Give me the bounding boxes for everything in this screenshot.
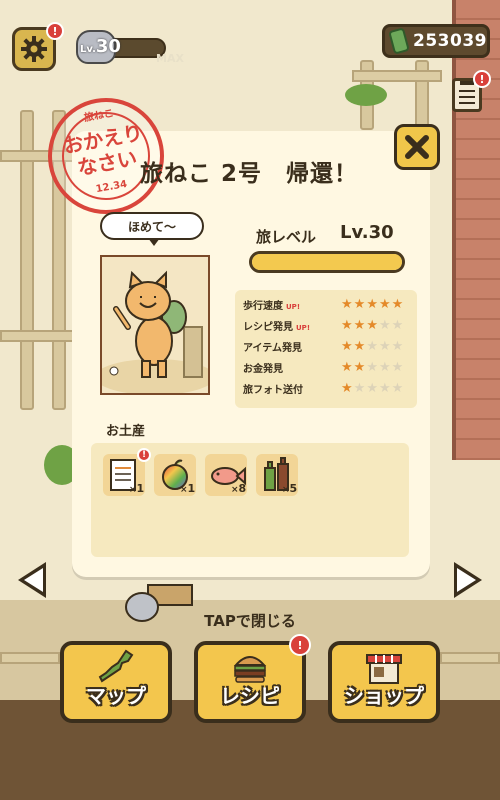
star-empty-icon: ★ — [391, 380, 404, 396]
stat-row-walk-speed: 歩行速度 UP! ★ ★ ★ ★ ★ — [243, 295, 419, 313]
star-filled-icon: ★ — [341, 380, 353, 396]
travel-level-label: 旅レベル — [256, 228, 317, 246]
stat-row-money-discovery: お金発見 ★ ★ ★ ★ ★ — [243, 358, 419, 376]
travel-level-progress — [249, 251, 405, 273]
star-rating: ★ ★ ★ ★ ★ — [341, 361, 403, 374]
star-filled-icon: ★ — [341, 359, 353, 375]
item-count: ×1 — [180, 482, 196, 495]
stat-row-photo-sending: 旅フォト送付 ★ ★ ★ ★ ★ — [243, 379, 419, 397]
close-button[interactable] — [394, 124, 440, 170]
star-empty-icon: ★ — [366, 359, 378, 375]
star-empty-icon: ★ — [391, 317, 404, 333]
previous-arrow-icon[interactable] — [18, 562, 46, 598]
souvenir-item-notebook[interactable]: ×1 ! — [103, 448, 151, 496]
gear-icon — [21, 36, 47, 62]
star-empty-icon: ★ — [378, 359, 391, 375]
clipboard-alert-badge: ! — [473, 70, 491, 88]
star-filled-icon: ★ — [353, 359, 366, 375]
recipe-alert-badge: ! — [289, 634, 311, 656]
star-empty-icon: ★ — [366, 380, 378, 396]
star-rating: ★ ★ ★ ★ ★ — [341, 340, 403, 353]
stat-row-item-discovery: アイテム発見 ★ ★ ★ ★ ★ — [243, 337, 419, 355]
souvenir-heading: お土産 — [106, 424, 146, 439]
map-label: マップ — [86, 684, 146, 708]
star-filled-icon: ★ — [341, 338, 353, 354]
item-count-value: 1 — [136, 482, 145, 495]
item-count-value: 8 — [238, 482, 247, 495]
shop-button[interactable]: ショップ — [328, 641, 440, 723]
star-empty-icon: ★ — [353, 380, 366, 396]
recipe-label: レシピ — [220, 684, 280, 708]
item-count: ×1 — [129, 482, 145, 495]
traveling-cat-icon — [102, 257, 208, 393]
stat-name: レシピ発見 UP! — [243, 318, 341, 333]
fence-rail — [0, 652, 60, 664]
stat-label: お金発見 — [243, 363, 283, 375]
star-filled-icon: ★ — [341, 296, 353, 312]
bush — [345, 84, 387, 106]
souvenir-item-bottles[interactable]: ×5 — [256, 454, 298, 496]
stat-name: 旅フォト送付 — [243, 381, 341, 396]
star-rating: ★ ★ ★ ★ ★ — [341, 382, 403, 395]
progress-fill — [252, 254, 402, 270]
star-empty-icon: ★ — [378, 338, 391, 354]
star-filled-icon: ★ — [353, 338, 366, 354]
tap-to-close-hint[interactable]: TAPで閉じる — [0, 610, 500, 631]
souvenir-item-fish[interactable]: ×8 — [205, 454, 247, 496]
star-rating: ★ ★ ★ ★ ★ — [341, 319, 403, 332]
item-new-badge: ! — [137, 448, 151, 462]
stat-name: お金発見 — [243, 360, 341, 375]
level-prefix: Lv. — [80, 44, 96, 55]
stat-label: レシピ発見 — [243, 321, 293, 333]
stat-row-recipe-discovery: レシピ発見 UP! ★ ★ ★ ★ ★ — [243, 316, 419, 334]
travel-level-value: Lv.30 — [340, 222, 394, 243]
item-count-value: 1 — [187, 482, 196, 495]
house-roof — [452, 0, 500, 460]
level-max-label: MAX — [156, 52, 184, 65]
star-empty-icon: ★ — [378, 380, 391, 396]
star-empty-icon: ★ — [391, 338, 404, 354]
star-empty-icon: ★ — [378, 317, 391, 333]
travel-photo — [100, 255, 210, 395]
star-filled-icon: ★ — [366, 317, 378, 333]
star-empty-icon: ★ — [366, 338, 378, 354]
level-text: Lv.30 — [80, 36, 121, 57]
star-filled-icon: ★ — [378, 296, 391, 312]
stat-up-tag: UP! — [286, 302, 301, 311]
money-counter[interactable]: 253039 — [382, 24, 490, 58]
dialog-title: 旅ねこ 2号 帰還！ — [140, 161, 359, 187]
stat-up-tag: UP! — [296, 323, 311, 332]
star-filled-icon: ★ — [353, 317, 366, 333]
settings-alert-badge: ! — [46, 22, 64, 40]
star-empty-icon: ★ — [391, 359, 404, 375]
shop-label: ショップ — [344, 684, 424, 708]
fence-rail — [352, 70, 442, 82]
star-filled-icon: ★ — [366, 296, 378, 312]
stat-label: 歩行速度 — [243, 300, 283, 312]
money-value: 253039 — [413, 31, 487, 51]
next-arrow-icon[interactable] — [454, 562, 482, 598]
item-count: ×5 — [282, 482, 298, 495]
souvenir-item-rainbow-apple[interactable]: ×1 — [154, 454, 196, 496]
fence-rail — [440, 652, 500, 664]
speech-bubble: ほめて〜 — [100, 212, 204, 246]
star-rating: ★ ★ ★ ★ ★ — [341, 298, 403, 311]
stat-name: 歩行速度 UP! — [243, 297, 341, 312]
star-filled-icon: ★ — [391, 296, 404, 312]
map-button[interactable]: マップ — [60, 641, 172, 723]
stats-panel: 歩行速度 UP! ★ ★ ★ ★ ★ レシピ発見 UP! ★ ★ ★ ★ ★ アイテム発見 ★ ★ ★ ★… — [235, 290, 417, 408]
close-icon — [405, 135, 429, 159]
item-count: ×8 — [231, 482, 247, 495]
player-level[interactable]: MAX Lv.30 — [76, 30, 184, 65]
star-filled-icon: ★ — [341, 317, 353, 333]
level-value: 30 — [95, 36, 121, 57]
recipe-button[interactable]: レシピ — [194, 641, 306, 723]
fence-rail — [0, 330, 80, 342]
stat-label: アイテム発見 — [243, 342, 302, 354]
money-icon — [388, 27, 410, 55]
item-count-value: 5 — [289, 482, 298, 495]
stat-name: アイテム発見 — [243, 339, 341, 354]
stat-label: 旅フォト送付 — [243, 384, 303, 396]
star-filled-icon: ★ — [353, 296, 366, 312]
